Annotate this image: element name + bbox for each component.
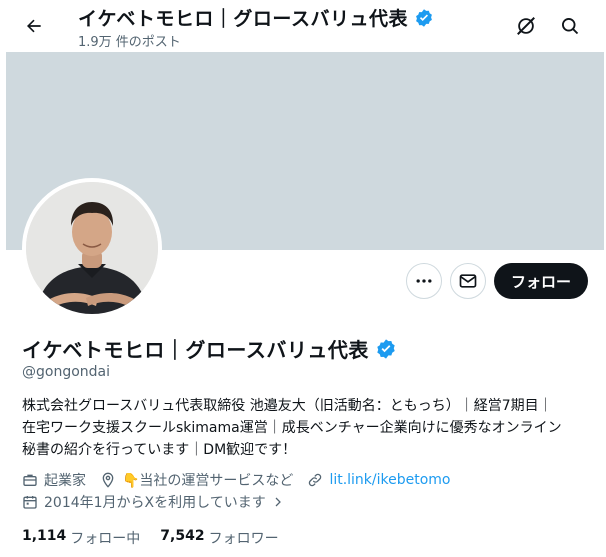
grok-button[interactable] [508,8,544,44]
header-title-text: イケベトモヒロ｜グロースバリュ代表 [78,8,408,30]
link-icon [309,473,322,487]
followers-count: 7,542 [160,528,205,544]
search-icon [562,18,579,35]
profile-bio: 株式会社グロースバリュ代表取締役 池邉友大（旧活動名：ともっち）｜経営7期目｜ … [22,395,597,461]
grok-icon [515,15,537,37]
follow-button[interactable]: フォロー [494,263,588,299]
category-text: 起業家 [44,473,86,489]
followers-label: フォロワー [208,531,279,547]
profile-meta: 起業家 👇当社の運営サービスなど lit.link/ikebetomo [22,470,465,490]
post-count: 1.9万 件のポスト [78,35,181,50]
bio-line: 株式会社グロースバリュ代表取締役 池邉友大（旧活動名：ともっち）｜経営7期目｜ [22,398,553,414]
joined-date[interactable]: 2014年1月からXを利用しています [22,492,284,512]
location-text: 👇当社の運営サービスなど [122,473,294,489]
website-link[interactable]: lit.link/ikebetomo [329,472,450,488]
joined-text: 2014年1月からXを利用しています [44,495,266,511]
message-button[interactable] [450,263,486,299]
followers-link[interactable]: 7,542 フォロワー [160,528,278,548]
bio-line: 秘書の紹介を行っています｜DM歓迎です！ [22,442,297,458]
following-link[interactable]: 1,114 フォロー中 [22,528,140,548]
profile-name: イケベトモヒロ｜グロースバリュ代表 [22,334,397,363]
header-title: イケベトモヒロ｜グロースバリュ代表 [78,4,434,31]
follow-stats: 1,114 フォロー中 7,542 フォロワー [22,528,299,548]
profile-page: イケベトモヒロ｜グロースバリュ代表 1.9万 件のポスト フォロー イケベトモヒ… [6,0,604,557]
back-button[interactable] [16,8,52,44]
chevron-right-icon [275,497,281,507]
briefcase-icon [23,474,37,486]
bio-line: 在宅ワーク支援スクールskimama運営｜成長ベンチャー企業向けに優秀なオンライ… [22,420,562,436]
location: 👇当社の運営サービスなど [100,470,293,490]
profile-handle: @gongondai [22,364,111,380]
calendar-icon [23,496,37,509]
mail-icon [459,274,477,288]
category: 起業家 [22,470,86,490]
following-label: フォロー中 [70,531,141,547]
more-icon [416,279,432,283]
verified-badge-icon[interactable] [375,338,397,360]
website[interactable]: lit.link/ikebetomo [307,472,451,488]
profile-name-text: イケベトモヒロ｜グロースバリュ代表 [22,338,369,362]
back-arrow-icon [27,19,41,33]
more-button[interactable] [406,263,442,299]
verified-badge-icon [416,8,432,27]
avatar[interactable] [22,178,162,318]
location-pin-icon [102,472,114,488]
top-header: イケベトモヒロ｜グロースバリュ代表 1.9万 件のポスト [6,0,604,52]
following-count: 1,114 [22,528,67,544]
search-button[interactable] [552,8,588,44]
avatar-photo [26,182,158,314]
